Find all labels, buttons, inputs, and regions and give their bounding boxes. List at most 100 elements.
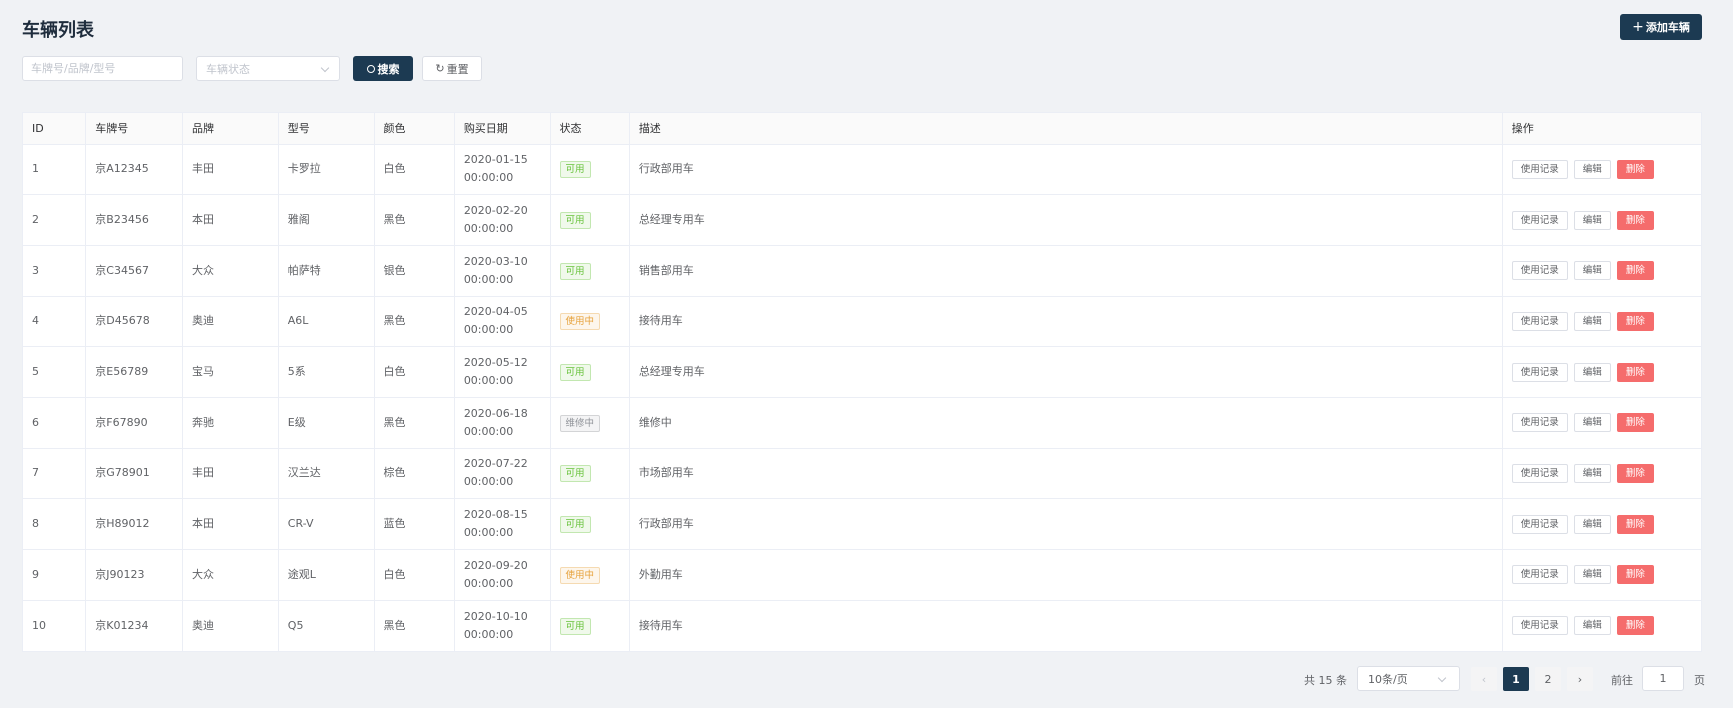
- cell-description: 销售部用车: [629, 245, 1503, 297]
- delete-button[interactable]: 删除: [1616, 210, 1654, 230]
- cell-purchase-date: 2020-02-20 00:00:00: [454, 194, 551, 246]
- edit-button[interactable]: 编辑: [1573, 413, 1611, 433]
- edit-button[interactable]: 编辑: [1573, 616, 1611, 636]
- table-row: 8 京H89012 本田 CR-V 蓝色 2020-08-15 00:00:00 可用 行政部用…: [23, 498, 1701, 550]
- usage-records-button[interactable]: 使用记录: [1511, 565, 1568, 585]
- usage-records-button[interactable]: 使用记录: [1511, 159, 1568, 179]
- cell-brand: 奔驰: [182, 397, 279, 449]
- table-row: 7 京G78901 丰田 汉兰达 棕色 2020-07-22 00:00:00 可用 市场部用车…: [23, 448, 1701, 500]
- status-badge: 可用: [559, 364, 591, 382]
- edit-button[interactable]: 编辑: [1573, 261, 1611, 281]
- column-header: 状态: [550, 113, 630, 145]
- edit-button[interactable]: 编辑: [1573, 159, 1611, 179]
- status-badge: 可用: [559, 161, 591, 179]
- usage-records-button[interactable]: 使用记录: [1511, 413, 1568, 433]
- cell-color: 银色: [374, 245, 455, 297]
- next-page-button[interactable]: ›: [1567, 667, 1593, 691]
- chevron-down-icon: [320, 63, 330, 73]
- cell-color: 蓝色: [374, 498, 455, 550]
- cell-status: 使用中: [550, 296, 630, 348]
- cell-color: 黑色: [374, 296, 455, 348]
- page-size-select[interactable]: 10条/页: [1357, 666, 1460, 691]
- cell-status: 可用: [550, 448, 630, 500]
- purchase-date: 2020-01-15: [463, 153, 528, 167]
- delete-button[interactable]: 删除: [1616, 261, 1654, 281]
- jump-suffix: 页: [1694, 674, 1705, 687]
- delete-button[interactable]: 删除: [1616, 362, 1654, 382]
- jump-page-input[interactable]: [1642, 666, 1684, 691]
- delete-button[interactable]: 删除: [1616, 413, 1654, 433]
- cell-actions: 使用记录 编辑 删除: [1502, 549, 1701, 601]
- cell-plate: 京K01234: [85, 600, 184, 651]
- status-badge: 可用: [559, 617, 591, 635]
- jump-label: 前往: [1611, 674, 1633, 687]
- edit-button[interactable]: 编辑: [1573, 311, 1611, 331]
- cell-model: 汉兰达: [278, 448, 375, 500]
- cell-plate: 京J90123: [85, 549, 184, 601]
- edit-button[interactable]: 编辑: [1573, 362, 1611, 382]
- search-button[interactable]: 搜索: [353, 56, 413, 81]
- page-button-2[interactable]: 2: [1535, 667, 1561, 691]
- cell-status: 可用: [550, 346, 630, 398]
- prev-page-button[interactable]: ‹: [1471, 667, 1497, 691]
- reset-button[interactable]: ↻ 重置: [422, 56, 482, 81]
- cell-model: Q5: [278, 600, 375, 651]
- purchase-date: 2020-05-12: [463, 356, 528, 370]
- add-vehicle-button[interactable]: + 添加车辆: [1620, 14, 1702, 40]
- purchase-time: 00:00:00: [463, 526, 514, 540]
- purchase-date: 2020-07-22: [463, 457, 528, 471]
- cell-model: 5系: [278, 346, 375, 398]
- cell-status: 使用中: [550, 549, 630, 601]
- status-badge: 可用: [559, 212, 591, 230]
- usage-records-button[interactable]: 使用记录: [1511, 362, 1568, 382]
- usage-records-button[interactable]: 使用记录: [1511, 514, 1568, 534]
- usage-records-button[interactable]: 使用记录: [1511, 311, 1568, 331]
- status-badge: 可用: [559, 465, 591, 483]
- page-button-1[interactable]: 1: [1503, 667, 1529, 691]
- cell-status: 可用: [550, 245, 630, 297]
- cell-status: 可用: [550, 194, 630, 246]
- cell-actions: 使用记录 编辑 删除: [1502, 144, 1701, 196]
- cell-description: 市场部用车: [629, 448, 1503, 500]
- delete-button[interactable]: 删除: [1616, 514, 1654, 534]
- delete-button[interactable]: 删除: [1616, 565, 1654, 585]
- cell-brand: 大众: [182, 245, 279, 297]
- edit-button[interactable]: 编辑: [1573, 463, 1611, 483]
- edit-button[interactable]: 编辑: [1573, 565, 1611, 585]
- usage-records-button[interactable]: 使用记录: [1511, 616, 1568, 636]
- cell-description: 总经理专用车: [629, 194, 1503, 246]
- delete-button[interactable]: 删除: [1616, 463, 1654, 483]
- purchase-time: 00:00:00: [463, 424, 514, 438]
- column-header: 购买日期: [454, 113, 551, 145]
- keyword-search-input[interactable]: [22, 56, 183, 81]
- delete-button[interactable]: 删除: [1616, 159, 1654, 179]
- cell-plate: 京C34567: [85, 245, 184, 297]
- usage-records-button[interactable]: 使用记录: [1511, 210, 1568, 230]
- status-select[interactable]: 车辆状态: [196, 56, 340, 81]
- delete-button[interactable]: 删除: [1616, 311, 1654, 331]
- cell-brand: 奥迪: [182, 296, 279, 348]
- cell-id: 1: [23, 144, 87, 196]
- status-badge: 可用: [559, 516, 591, 534]
- cell-brand: 奥迪: [182, 600, 279, 651]
- delete-button[interactable]: 删除: [1616, 616, 1654, 636]
- cell-model: 卡罗拉: [278, 144, 375, 196]
- cell-color: 白色: [374, 144, 455, 196]
- usage-records-button[interactable]: 使用记录: [1511, 463, 1568, 483]
- edit-button[interactable]: 编辑: [1573, 210, 1611, 230]
- cell-description: 接待用车: [629, 600, 1503, 651]
- chevron-down-icon: [1437, 673, 1447, 683]
- purchase-time: 00:00:00: [463, 627, 514, 641]
- cell-brand: 本田: [182, 498, 279, 550]
- plus-icon: +: [1632, 19, 1644, 35]
- usage-records-button[interactable]: 使用记录: [1511, 261, 1568, 281]
- edit-button[interactable]: 编辑: [1573, 514, 1611, 534]
- cell-model: CR-V: [278, 498, 375, 550]
- cell-plate: 京D45678: [85, 296, 184, 348]
- cell-purchase-date: 2020-01-15 00:00:00: [454, 144, 551, 196]
- cell-id: 7: [23, 448, 87, 500]
- cell-actions: 使用记录 编辑 删除: [1502, 600, 1701, 651]
- search-button-label: 搜索: [377, 62, 400, 76]
- cell-status: 可用: [550, 498, 630, 550]
- cell-description: 行政部用车: [629, 498, 1503, 550]
